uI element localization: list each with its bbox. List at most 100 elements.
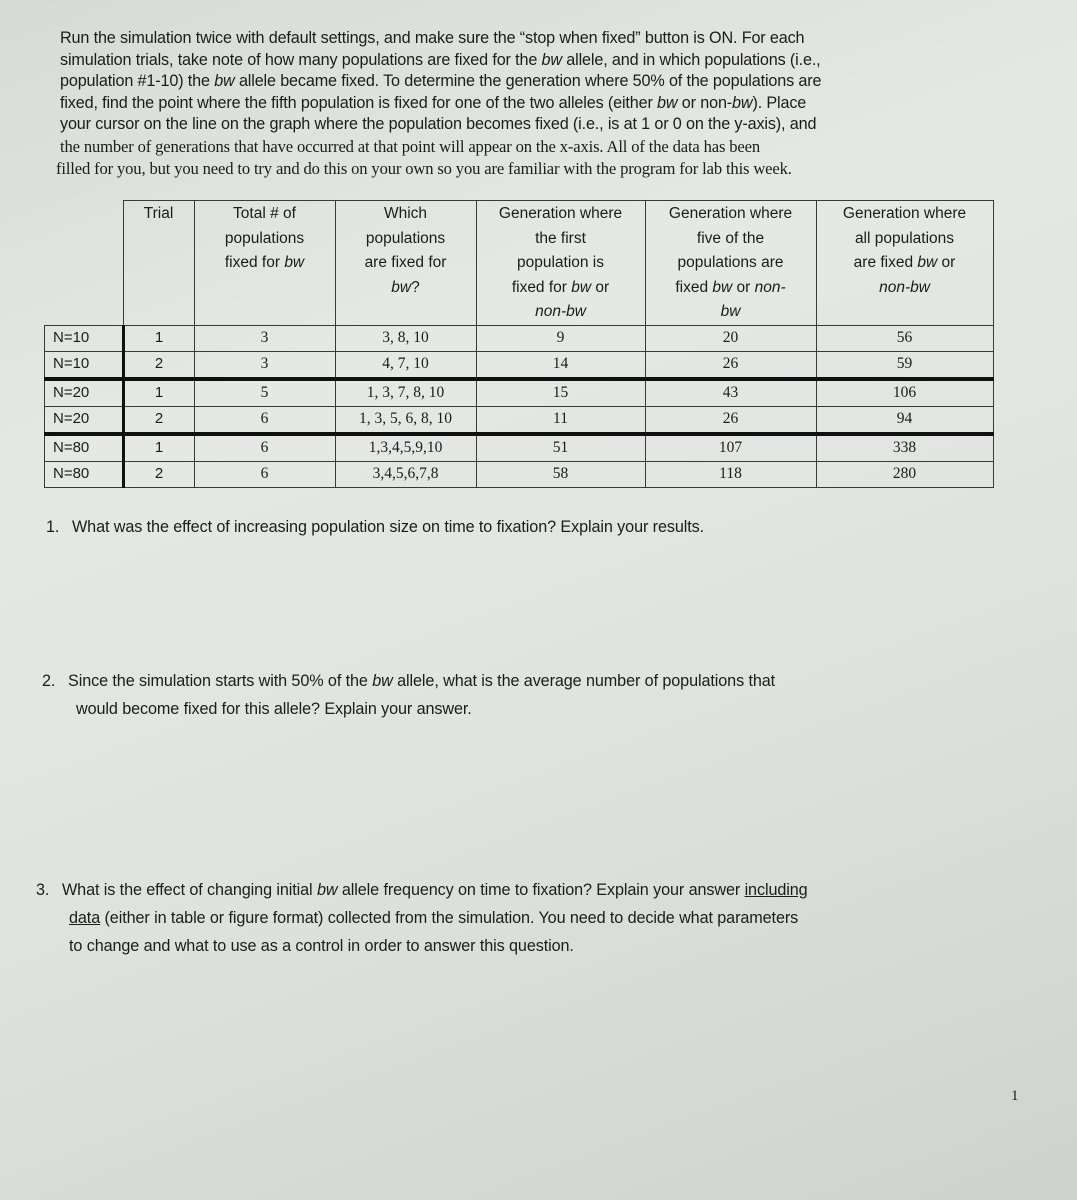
header-text: population is	[516, 254, 605, 271]
first-fixed-cell: 9	[475, 324, 646, 352]
five-fixed-cell: 20	[644, 324, 817, 352]
which-fixed-cell: 4, 7, 10	[334, 350, 477, 379]
header-text: populations	[365, 229, 446, 247]
italic-term: non-	[754, 278, 786, 296]
question-3: 3. What is the effect of changing initial…	[36, 876, 808, 960]
all-fixed-cell: 94	[815, 405, 994, 434]
trial-cell: 2	[122, 405, 195, 434]
all-fixed-cell: 106	[815, 376, 994, 407]
header-text: non-bw	[817, 276, 993, 301]
header-text: Generation where	[668, 205, 793, 222]
five-fixed-cell: 118	[644, 460, 817, 488]
header-text: fixed for bw	[195, 251, 335, 276]
header-text: populations	[224, 229, 305, 247]
trial-cell: 2	[122, 350, 195, 379]
total-fixed-cell: 3	[193, 350, 336, 379]
instructions-line: filled for you, but you need to try and …	[56, 158, 792, 178]
italic-term: bw	[372, 672, 393, 690]
all-fixed-cell: 56	[815, 324, 994, 352]
total-fixed-cell: 5	[193, 376, 336, 407]
text: allele became fixed. To determine the ge…	[234, 72, 822, 91]
table-row: N=10 1 3 3, 8, 10 9 20 56	[44, 324, 994, 352]
header-text: populations are	[677, 254, 784, 271]
first-fixed-cell: 14	[475, 350, 646, 379]
trial-cell: 1	[122, 376, 195, 407]
italic-term: bw	[284, 254, 305, 271]
population-size-cell: N=10	[44, 324, 125, 352]
header-text: non-bw	[477, 300, 645, 325]
header-text: Generation where	[498, 205, 623, 222]
first-fixed-cell: 58	[475, 460, 646, 488]
question-text: allele, what is the average number of po…	[392, 672, 776, 690]
header-text: five of the	[696, 229, 765, 247]
header-which-fixed: Which populations are fixed for bw?	[334, 200, 477, 326]
which-fixed-cell: 3, 8, 10	[334, 324, 477, 352]
text: ). Place	[752, 93, 807, 112]
instructions-line: the number of generations that have occu…	[60, 136, 761, 156]
first-fixed-cell: 15	[475, 376, 646, 407]
header-total-fixed: Total # of populations fixed for bw	[193, 200, 336, 326]
question-number: 1.	[46, 518, 60, 536]
all-fixed-cell: 59	[815, 350, 994, 379]
text: or	[591, 278, 610, 296]
population-size-cell: N=80	[44, 431, 125, 462]
which-fixed-cell: 1,3,4,5,9,10	[334, 431, 477, 462]
question-text: (either in table or figure format) colle…	[100, 909, 799, 927]
question-number: 3.	[36, 881, 50, 899]
header-five-fixed: Generation where five of the populations…	[644, 200, 817, 326]
instructions-line: your cursor on the line on the graph whe…	[60, 115, 817, 134]
text: fixed for	[224, 254, 285, 271]
header-text: Total # of	[233, 205, 296, 222]
trial-cell: 1	[122, 324, 195, 352]
header-text: bw	[646, 300, 816, 325]
table-header-row: Trial Total # of populations fixed for b…	[45, 200, 994, 326]
italic-term: bw	[571, 278, 592, 296]
header-text: all populations	[854, 229, 955, 247]
question-text-line: data (either in table or figure format) …	[36, 904, 808, 932]
italic-term: bw	[541, 50, 563, 69]
question-text: What was the effect of increasing popula…	[72, 518, 705, 536]
table-row: N=10 2 3 4, 7, 10 14 26 59	[44, 350, 994, 379]
header-text: the first	[535, 229, 586, 247]
text: or non-	[677, 93, 733, 112]
question-number: 2.	[42, 672, 56, 690]
header-text: bw?	[336, 276, 476, 301]
instructions-line: fixed, find the point where the fifth po…	[60, 93, 980, 115]
header-text: are fixed for	[364, 254, 447, 271]
italic-term: bw	[720, 303, 741, 320]
header-text: fixed bw or non-	[646, 276, 816, 301]
total-fixed-cell: 6	[193, 460, 336, 488]
underlined-text: including	[744, 881, 808, 899]
header-all-fixed: Generation where all populations are fix…	[815, 200, 994, 326]
population-size-cell: N=20	[44, 376, 125, 407]
total-fixed-cell: 6	[193, 405, 336, 434]
italic-term: bw	[712, 278, 733, 296]
header-text: Generation where	[842, 205, 967, 222]
text: population #1-10) the	[60, 72, 215, 91]
instructions-line: population #1-10) the bw allele became f…	[60, 71, 980, 93]
population-size-cell: N=80	[44, 460, 125, 488]
question-text: Since the simulation starts with 50% of …	[68, 672, 373, 690]
table-row: N=20 2 6 1, 3, 5, 6, 8, 10 11 26 94	[44, 405, 994, 434]
underlined-text: data	[69, 909, 101, 927]
question-2: 2. Since the simulation starts with 50% o…	[42, 667, 775, 723]
trial-cell: 2	[122, 460, 195, 488]
text: ?	[411, 278, 420, 296]
trial-cell: 1	[122, 431, 195, 462]
text: fixed	[675, 278, 713, 296]
header-text: are fixed bw or	[817, 251, 993, 276]
italic-term: non-bw	[879, 278, 930, 296]
all-fixed-cell: 338	[815, 431, 994, 462]
text: simulation trials, take note of how many…	[60, 50, 542, 69]
first-fixed-cell: 51	[475, 431, 646, 462]
instructions-paragraph: Run the simulation twice with default se…	[56, 28, 980, 179]
italic-term: bw	[657, 93, 678, 112]
which-fixed-cell: 1, 3, 5, 6, 8, 10	[334, 405, 477, 434]
question-text: to change and what to use as a control i…	[69, 937, 574, 955]
italic-term: bw	[214, 72, 235, 91]
italic-term: non-bw	[535, 303, 586, 320]
italic-term: bw	[917, 254, 938, 271]
page-number: 1	[1011, 1088, 1019, 1104]
question-1: 1. What was the effect of increasing popu…	[46, 513, 704, 541]
question-text: allele frequency on time to fixation? Ex…	[337, 881, 745, 899]
